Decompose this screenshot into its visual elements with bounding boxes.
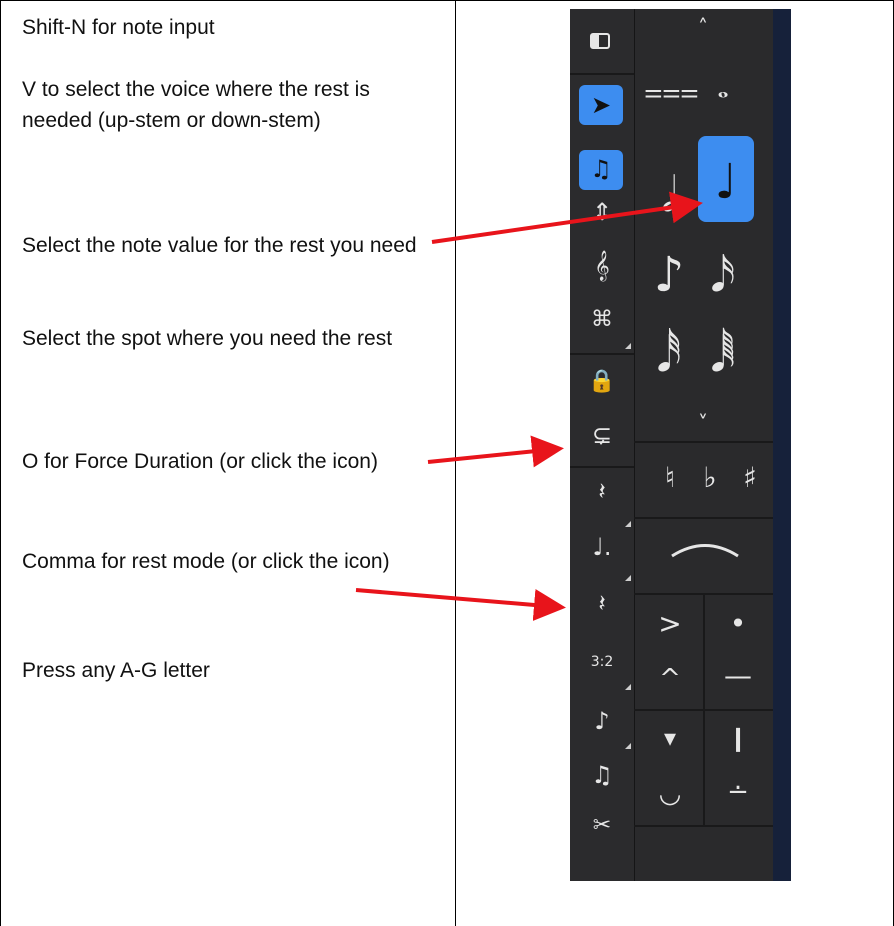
tuplet-label: 3:2 [590, 654, 614, 670]
chord-icon[interactable]: 𝄞 [580, 251, 624, 282]
instruction-select-spot: Select the spot where you need the rest [22, 327, 393, 350]
arrow-to-rest-mode [355, 588, 566, 621]
staccato-icon[interactable]: • [718, 607, 758, 640]
note-input-toolbar: ➤ ♫ ⇕ 𝄞 ⌘ 🔒 ⊊ 𝄽 ♩. 𝄽 3:2 ♪ ♫ ✂ ˄ ⩶ 𝅝 𝅗𝅥 … [570, 9, 791, 881]
natural-icon[interactable]: ♮ [654, 461, 686, 494]
toolbar-left-column: ➤ ♫ ⇕ 𝄞 ⌘ 🔒 ⊊ 𝄽 ♩. 𝄽 3:2 ♪ ♫ ✂ [570, 9, 635, 881]
staccatissimo-icon[interactable]: ▾ [650, 724, 690, 752]
eighth-note-icon[interactable]: ♪ [644, 247, 694, 303]
tenuto-icon[interactable]: — [718, 659, 758, 692]
wedge-icon[interactable]: ❙ [718, 724, 758, 752]
dotted-note-icon[interactable]: ♩. [580, 533, 624, 561]
accent-icon[interactable]: > [650, 607, 690, 640]
rest-mode-icon[interactable]: 𝄽 [580, 589, 624, 617]
tenuto-staccato-icon[interactable]: ∸ [718, 777, 758, 807]
panel-toggle-icon[interactable] [590, 33, 610, 49]
grace-note-icon[interactable]: ♪ [580, 707, 624, 735]
quarter-note-icon: ♩ [714, 154, 738, 210]
flip-direction-icon[interactable]: ⇕ [580, 198, 624, 226]
cut-icon[interactable]: ✂ [580, 813, 624, 838]
flat-icon[interactable]: ♭ [694, 461, 726, 494]
table-border-top [0, 0, 894, 1]
sixty-fourth-note-icon[interactable]: 𝅘𝅥𝅱 [698, 327, 748, 384]
select-arrow-icon: ➤ [590, 91, 612, 119]
slur-icon[interactable] [670, 539, 740, 559]
fermata-icon[interactable]: ◡ [650, 779, 690, 809]
breve-note-icon[interactable]: ⩶ [644, 71, 699, 110]
instruction-note-value: Select the note value for the rest you n… [22, 234, 417, 257]
half-note-icon[interactable]: 𝅗𝅥 [644, 167, 694, 224]
table-border-left [0, 0, 1, 926]
scroll-down-icon[interactable]: ˅ [688, 411, 718, 435]
note-input-button[interactable]: ♫ [579, 150, 623, 190]
marcato-icon[interactable]: ^ [650, 664, 690, 694]
tuplet-icon[interactable]: 3:2 [578, 654, 626, 670]
sharp-icon[interactable]: ♯ [734, 461, 766, 494]
force-duration-icon[interactable]: ⊊ [580, 421, 624, 449]
voice-icon[interactable]: ⌘ [580, 307, 624, 332]
note-input-icon: ♫ [590, 155, 612, 183]
select-tool-button[interactable]: ➤ [579, 85, 623, 125]
sixteenth-note-icon[interactable]: 𝅘𝅥𝅯 [698, 247, 748, 304]
toolbar-edge [773, 9, 791, 881]
arrow-to-force-duration [427, 435, 564, 468]
instruction-press-letter: Press any A-G letter [22, 659, 210, 682]
quarter-rest-icon[interactable]: 𝄽 [580, 477, 624, 505]
whole-note-icon[interactable]: 𝅝 [698, 71, 748, 105]
instruction-select-voice: V to select the voice where the rest is … [22, 78, 370, 132]
tie-notes-icon[interactable]: ♫ [580, 761, 624, 789]
instruction-force-duration: O for Force Duration (or click the icon) [22, 450, 378, 473]
instruction-shift-n: Shift-N for note input [22, 16, 215, 39]
thirty-second-note-icon[interactable]: 𝅘𝅥𝅰 [644, 327, 694, 384]
quarter-note-button[interactable]: ♩ [698, 136, 754, 222]
table-column-divider [455, 0, 456, 926]
scroll-up-icon[interactable]: ˄ [688, 15, 718, 39]
instruction-rest-mode: Comma for rest mode (or click the icon) [22, 550, 390, 573]
lock-icon[interactable]: 🔒 [580, 369, 624, 394]
